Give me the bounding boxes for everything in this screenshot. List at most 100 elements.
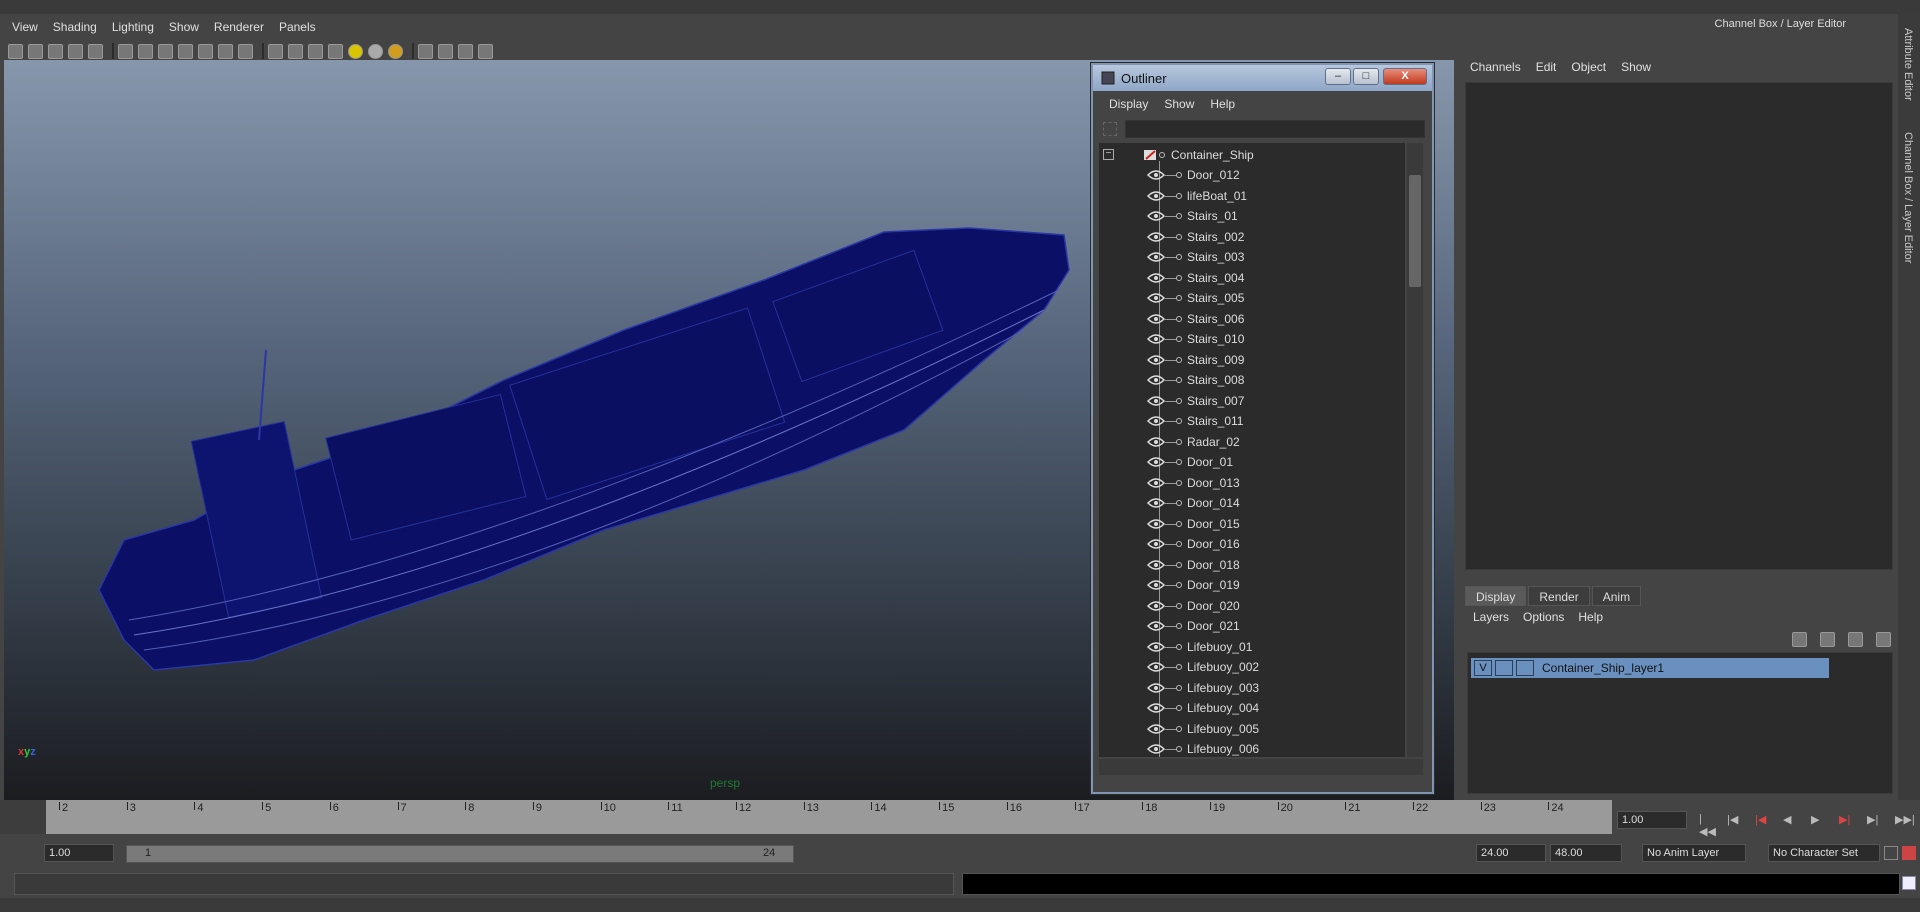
outliner-item[interactable]: Door_012: [1099, 165, 1399, 185]
layer-color-swatch-icon[interactable]: [1516, 660, 1534, 676]
go-to-start-icon[interactable]: |◀◀: [1699, 813, 1716, 838]
cb-menu-edit[interactable]: Edit: [1536, 60, 1557, 74]
create-empty-layer-icon[interactable]: [1848, 632, 1863, 647]
step-forward-frame-icon[interactable]: ▶|: [1867, 813, 1883, 827]
bookmark-icon[interactable]: [48, 43, 63, 59]
outliner-item[interactable]: Lifebuoy_002: [1099, 657, 1399, 677]
character-set-select[interactable]: No Character Set: [1768, 844, 1880, 862]
collapse-icon[interactable]: −: [1103, 149, 1114, 160]
outliner-menu-show[interactable]: Show: [1164, 97, 1194, 111]
layer-row[interactable]: V Container_Ship_layer1: [1471, 658, 1829, 678]
outliner-horizontal-scrollbar[interactable]: [1099, 759, 1423, 775]
outliner-item[interactable]: Door_013: [1099, 473, 1399, 493]
anim-layer-select[interactable]: No Anim Layer: [1642, 844, 1746, 862]
outliner-item[interactable]: Door_016: [1099, 534, 1399, 554]
le-menu-options[interactable]: Options: [1523, 610, 1564, 624]
end-time-field[interactable]: 24.00: [1476, 844, 1546, 862]
outliner-item[interactable]: Stairs_011: [1099, 411, 1399, 431]
outliner-item[interactable]: Radar_02: [1099, 432, 1399, 452]
outliner-root-row[interactable]: − Container_Ship: [1099, 145, 1399, 165]
outliner-item[interactable]: Lifebuoy_004: [1099, 698, 1399, 718]
outliner-item[interactable]: Stairs_010: [1099, 329, 1399, 349]
outliner-item[interactable]: lifeBoat_01: [1099, 186, 1399, 206]
outliner-item[interactable]: Door_014: [1099, 493, 1399, 513]
attribute-editor-tab[interactable]: Attribute Editor: [1902, 28, 1914, 101]
step-back-key-icon[interactable]: |◀: [1755, 813, 1771, 827]
camera-attributes-icon[interactable]: [28, 43, 43, 59]
field-chart-icon[interactable]: [198, 43, 213, 59]
outliner-titlebar[interactable]: Outliner – □ X: [1093, 65, 1432, 91]
step-back-frame-icon[interactable]: |◀: [1727, 813, 1743, 827]
step-forward-key-icon[interactable]: ▶|: [1839, 813, 1855, 827]
outliner-item[interactable]: Stairs_008: [1099, 370, 1399, 390]
outliner-item[interactable]: Lifebuoy_006: [1099, 739, 1399, 757]
menu-show[interactable]: Show: [169, 20, 199, 34]
tab-anim[interactable]: Anim: [1591, 586, 1642, 606]
range-slider[interactable]: 1 24: [126, 845, 794, 863]
tab-render[interactable]: Render: [1528, 586, 1590, 606]
close-button[interactable]: X: [1383, 68, 1427, 85]
current-frame-field[interactable]: 1.00: [1617, 811, 1687, 829]
outliner-item[interactable]: Door_021: [1099, 616, 1399, 636]
menu-lighting[interactable]: Lighting: [112, 20, 154, 34]
film-gate-icon[interactable]: [138, 43, 153, 59]
outliner-filter-input[interactable]: [1125, 120, 1425, 138]
outliner-item[interactable]: Lifebuoy_01: [1099, 637, 1399, 657]
outliner-item[interactable]: Lifebuoy_005: [1099, 719, 1399, 739]
menu-renderer[interactable]: Renderer: [214, 20, 264, 34]
auto-key-icon[interactable]: [1884, 846, 1898, 860]
outliner-scroll-thumb[interactable]: [1409, 175, 1421, 287]
move-layer-down-icon[interactable]: [1820, 632, 1835, 647]
outliner-window[interactable]: Outliner – □ X Display Show Help − Conta…: [1091, 63, 1434, 794]
le-menu-layers[interactable]: Layers: [1473, 610, 1509, 624]
outliner-item[interactable]: Stairs_009: [1099, 350, 1399, 370]
start-time-field[interactable]: 1.00: [44, 844, 114, 862]
image-plane-icon[interactable]: [68, 43, 83, 59]
safe-action-icon[interactable]: [218, 43, 233, 59]
ambient-occlusion-icon[interactable]: [388, 43, 403, 59]
lights-icon[interactable]: [348, 43, 363, 59]
safe-title-icon[interactable]: [238, 43, 253, 59]
minimize-button[interactable]: –: [1325, 68, 1351, 85]
frame-icon[interactable]: [88, 43, 103, 59]
go-to-end-icon[interactable]: ▶▶|: [1895, 813, 1915, 827]
outliner-menu-display[interactable]: Display: [1109, 97, 1148, 111]
menu-panels[interactable]: Panels: [279, 20, 316, 34]
textured-icon[interactable]: [328, 43, 343, 59]
menu-shading[interactable]: Shading: [53, 20, 97, 34]
resolution-gate-icon[interactable]: [158, 43, 173, 59]
grid-icon[interactable]: [118, 43, 133, 59]
time-ruler[interactable]: [46, 800, 1612, 834]
le-menu-help[interactable]: Help: [1578, 610, 1603, 624]
create-layer-from-selected-icon[interactable]: [1876, 632, 1891, 647]
cb-menu-show[interactable]: Show: [1621, 60, 1651, 74]
outliner-item[interactable]: Door_020: [1099, 596, 1399, 616]
outliner-item[interactable]: Door_01: [1099, 452, 1399, 472]
smooth-shade-icon[interactable]: [288, 43, 303, 59]
max-time-field[interactable]: 48.00: [1550, 844, 1622, 862]
shadows-icon[interactable]: [368, 43, 383, 59]
camera-select-icon[interactable]: [8, 43, 23, 59]
layer-display-type-toggle[interactable]: [1495, 660, 1513, 676]
move-layer-up-icon[interactable]: [1792, 632, 1807, 647]
outliner-item[interactable]: Stairs_004: [1099, 268, 1399, 288]
outliner-item[interactable]: Stairs_003: [1099, 247, 1399, 267]
tab-display[interactable]: Display: [1465, 586, 1527, 606]
outliner-item[interactable]: Door_015: [1099, 514, 1399, 534]
command-line-input[interactable]: [14, 873, 954, 895]
play-backwards-icon[interactable]: ◀: [1783, 813, 1799, 827]
preferences-icon[interactable]: [1902, 846, 1916, 860]
outliner-item[interactable]: Door_019: [1099, 575, 1399, 595]
xray-components-icon[interactable]: [478, 43, 493, 59]
wireframe-icon[interactable]: [268, 43, 283, 59]
channel-box-area[interactable]: [1465, 82, 1893, 570]
script-editor-icon[interactable]: [1902, 876, 1916, 890]
xray-joints-icon[interactable]: [458, 43, 473, 59]
outliner-item[interactable]: Stairs_006: [1099, 309, 1399, 329]
outliner-item[interactable]: Door_018: [1099, 555, 1399, 575]
outliner-item[interactable]: Lifebuoy_003: [1099, 678, 1399, 698]
maximize-button[interactable]: □: [1353, 68, 1379, 85]
wireframe-on-shaded-icon[interactable]: [308, 43, 323, 59]
outliner-menu-help[interactable]: Help: [1210, 97, 1235, 111]
gate-mask-icon[interactable]: [178, 43, 193, 59]
